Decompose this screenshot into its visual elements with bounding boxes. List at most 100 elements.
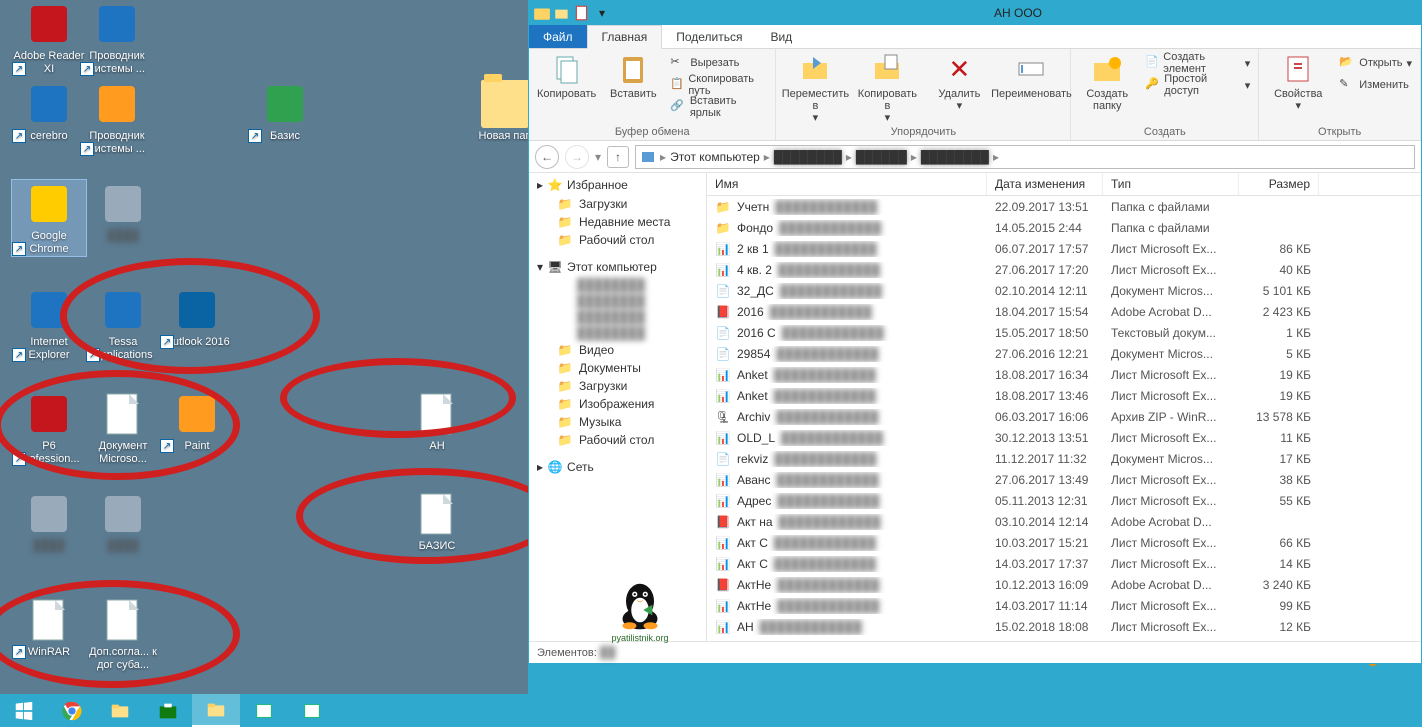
nav-item[interactable]: 📁Музыка: [537, 413, 706, 431]
nav-item[interactable]: ████████: [557, 293, 706, 309]
shortcut-arrow-icon: [80, 62, 94, 76]
back-button[interactable]: ←: [535, 145, 559, 169]
easy-access-button[interactable]: 🔑Простой доступ ▾: [1145, 75, 1250, 95]
desktop-icon-p6[interactable]: P6 Profession...: [12, 390, 86, 466]
nav-item[interactable]: 📁Рабочий стол: [537, 231, 706, 249]
desktop-icon-adobe-reader[interactable]: Adobe Reader XI: [12, 0, 86, 76]
qat-new-folder-icon[interactable]: [553, 4, 571, 22]
copy-to-button[interactable]: Копировать в ▾: [856, 53, 918, 124]
tab-view[interactable]: Вид: [756, 25, 806, 48]
taskbar-explorer2[interactable]: [192, 694, 240, 727]
cut-button[interactable]: ✂Вырезать: [670, 53, 767, 73]
nav-item[interactable]: ████████: [557, 277, 706, 293]
file-row[interactable]: 🗜Archiv████████████06.03.2017 16:06Архив…: [707, 406, 1421, 427]
taskbar-app2[interactable]: [288, 694, 336, 727]
file-row[interactable]: 📄32_ДС████████████02.10.2014 12:11Докуме…: [707, 280, 1421, 301]
computer-header[interactable]: ▾🖥Этот компьютер: [537, 259, 706, 275]
tab-share[interactable]: Поделиться: [662, 25, 756, 48]
desktop-icon-winrar[interactable]: WinRAR: [12, 596, 86, 659]
nav-item[interactable]: 📁Недавние места: [537, 213, 706, 231]
nav-pane[interactable]: ▸⭐Избранное 📁Загрузки📁Недавние места📁Раб…: [529, 173, 707, 641]
file-row[interactable]: 📊2 кв 1████████████06.07.2017 17:57Лист …: [707, 238, 1421, 259]
file-row[interactable]: 📕АктНе████████████10.12.2013 16:09Adobe …: [707, 574, 1421, 595]
file-row[interactable]: 📊Адрес████████████05.11.2013 12:31Лист M…: [707, 490, 1421, 511]
taskbar-store[interactable]: [144, 694, 192, 727]
file-row[interactable]: 📄2016 C████████████15.05.2017 18:50Текст…: [707, 322, 1421, 343]
desktop-icon-ie[interactable]: Internet Explorer: [12, 286, 86, 362]
delete-button[interactable]: ✕Удалить ▾: [928, 53, 990, 112]
file-row[interactable]: 📄29854████████████27.06.2016 12:21Докуме…: [707, 343, 1421, 364]
taskbar-chrome[interactable]: [48, 694, 96, 727]
properties-button[interactable]: Свойства ▾: [1267, 53, 1329, 112]
nav-item[interactable]: 📁Документы: [537, 359, 706, 377]
taskbar-start[interactable]: [0, 694, 48, 727]
desktop-icon-an-file[interactable]: АН: [400, 390, 474, 453]
col-type[interactable]: Тип: [1103, 173, 1239, 195]
file-row[interactable]: 📊Акт С████████████14.03.2017 17:37Лист M…: [707, 553, 1421, 574]
desktop-icon-chrome[interactable]: Google Chrome: [12, 180, 86, 256]
favorites-header[interactable]: ▸⭐Избранное: [537, 177, 706, 193]
desktop-icon-paint[interactable]: Paint: [160, 390, 234, 453]
new-folder-button[interactable]: Создать папку: [1079, 53, 1135, 112]
file-row[interactable]: 📁Фондо████████████14.05.2015 2:44Папка с…: [707, 217, 1421, 238]
titlebar[interactable]: ▾ АН ООО: [529, 1, 1421, 25]
file-row[interactable]: 📁Учетн████████████22.09.2017 13:51Папка …: [707, 196, 1421, 217]
qat-dropdown-icon[interactable]: ▾: [593, 4, 611, 22]
nav-item[interactable]: ████████: [557, 309, 706, 325]
history-dropdown-icon[interactable]: ▾: [595, 150, 601, 164]
open-button[interactable]: 📂Открыть ▾: [1339, 53, 1412, 73]
file-row[interactable]: 📕Акт на████████████03.10.2014 12:14Adobe…: [707, 511, 1421, 532]
file-row[interactable]: 📊4 кв. 2████████████27.06.2017 17:20Лист…: [707, 259, 1421, 280]
desktop-icon-bazis-file[interactable]: БАЗИС: [400, 490, 474, 553]
nav-item[interactable]: 📁Загрузки: [537, 377, 706, 395]
file-row[interactable]: 📕2016████████████18.04.2017 15:54Adobe A…: [707, 301, 1421, 322]
forward-button[interactable]: →: [565, 145, 589, 169]
edit-button[interactable]: ✎Изменить: [1339, 75, 1412, 95]
copy-path-button[interactable]: 📋Скопировать путь: [670, 75, 767, 95]
file-type-icon: 📊: [715, 556, 731, 572]
desktop-icon-bazis-app[interactable]: Базис: [248, 80, 322, 143]
desktop-icon-provodnik2[interactable]: Проводник системы ...: [80, 80, 154, 156]
file-row[interactable]: 📊Anket████████████18.08.2017 13:46Лист M…: [707, 385, 1421, 406]
nav-item[interactable]: ████████: [557, 325, 706, 341]
breadcrumb[interactable]: ▸ Этот компьютер ▸ ████████▸ ██████▸ ███…: [635, 145, 1415, 169]
paste-shortcut-button[interactable]: 🔗Вставить ярлык: [670, 97, 767, 117]
desktop-icon-dop-sogl[interactable]: Доп.согла... к дог суба...: [86, 596, 160, 672]
desktop-icon-cerebro[interactable]: cerebro: [12, 80, 86, 143]
desktop-icon-doc-ms[interactable]: Документ Microso...: [86, 390, 160, 466]
desktop-icon-tessa[interactable]: Tessa Applications: [86, 286, 160, 362]
copy-button[interactable]: Копировать: [537, 53, 596, 100]
col-name[interactable]: Имя: [707, 173, 987, 195]
file-row[interactable]: 📊АН████████████15.02.2018 18:08Лист Micr…: [707, 616, 1421, 637]
desktop-icon-blur2[interactable]: ████: [12, 490, 86, 553]
taskbar-explorer[interactable]: [96, 694, 144, 727]
nav-item[interactable]: 📁Рабочий стол: [537, 431, 706, 449]
new-item-button[interactable]: 📄Создать элемент ▾: [1145, 53, 1250, 73]
col-size[interactable]: Размер: [1239, 173, 1319, 195]
move-to-button[interactable]: Переместить в ▾: [784, 53, 846, 124]
desktop-icon-blur1[interactable]: ████: [86, 180, 160, 243]
file-row[interactable]: 📊АктНе████████████14.03.2017 11:14Лист M…: [707, 595, 1421, 616]
network-header[interactable]: ▸🌐Сеть: [537, 459, 706, 475]
desktop-icon-blur3[interactable]: ████: [86, 490, 160, 553]
tab-file[interactable]: Файл: [529, 25, 587, 48]
desktop-icon-outlook[interactable]: Outlook 2016: [160, 286, 234, 349]
col-date[interactable]: Дата изменения: [987, 173, 1103, 195]
tab-home[interactable]: Главная: [587, 25, 663, 49]
file-row[interactable]: 📊Акт С████████████10.03.2017 15:21Лист M…: [707, 532, 1421, 553]
shortcut-arrow-icon: [12, 242, 26, 256]
desktop[interactable]: Adobe Reader XIПроводник системы ...cere…: [0, 0, 528, 694]
file-row[interactable]: 📄rekviz████████████11.12.2017 11:32Докум…: [707, 448, 1421, 469]
nav-item[interactable]: 📁Изображения: [537, 395, 706, 413]
file-row[interactable]: 📊Anket████████████18.08.2017 16:34Лист M…: [707, 364, 1421, 385]
file-row[interactable]: 📊OLD_L████████████30.12.2013 13:51Лист M…: [707, 427, 1421, 448]
paste-button[interactable]: Вставить: [606, 53, 660, 100]
qat-properties-icon[interactable]: [573, 4, 591, 22]
desktop-icon-provodnik1[interactable]: Проводник системы ...: [80, 0, 154, 76]
file-row[interactable]: 📊Аванс████████████27.06.2017 13:49Лист M…: [707, 469, 1421, 490]
nav-item[interactable]: 📁Загрузки: [537, 195, 706, 213]
taskbar-app1[interactable]: [240, 694, 288, 727]
rename-button[interactable]: Переименовать: [1000, 53, 1062, 100]
up-button[interactable]: ↑: [607, 146, 629, 168]
nav-item[interactable]: 📁Видео: [537, 341, 706, 359]
